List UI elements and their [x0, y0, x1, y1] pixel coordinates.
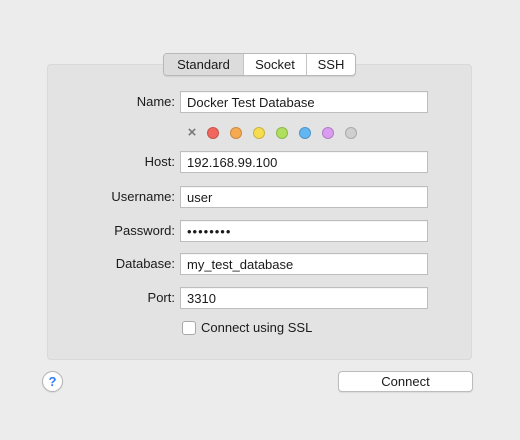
username-field[interactable] — [180, 186, 428, 208]
color-blue-swatch[interactable] — [299, 127, 311, 139]
tab-standard[interactable]: Standard — [164, 54, 243, 75]
database-field[interactable] — [180, 253, 428, 275]
clear-color-icon[interactable]: × — [184, 125, 200, 141]
connection-type-tabs: Standard Socket SSH — [163, 53, 356, 76]
color-red-swatch[interactable] — [207, 127, 219, 139]
ssl-checkbox[interactable] — [182, 321, 196, 335]
host-label: Host: — [144, 154, 175, 169]
ssl-option: Connect using SSL — [182, 320, 312, 336]
tab-ssh[interactable]: SSH — [306, 54, 355, 75]
port-field[interactable] — [180, 287, 428, 309]
color-gray-swatch[interactable] — [345, 127, 357, 139]
color-purple-swatch[interactable] — [322, 127, 334, 139]
password-label: Password: — [114, 223, 175, 238]
name-label: Name: — [136, 94, 175, 109]
tab-socket[interactable]: Socket — [243, 54, 306, 75]
username-label: Username: — [111, 189, 175, 204]
color-orange-swatch[interactable] — [230, 127, 242, 139]
host-field[interactable] — [180, 151, 428, 173]
color-green-swatch[interactable] — [276, 127, 288, 139]
ssl-label[interactable]: Connect using SSL — [201, 320, 312, 336]
port-label: Port: — [147, 290, 175, 305]
color-yellow-swatch[interactable] — [253, 127, 265, 139]
database-label: Database: — [115, 256, 175, 271]
name-field[interactable] — [180, 91, 428, 113]
help-button[interactable]: ? — [42, 371, 63, 392]
password-field[interactable] — [180, 220, 428, 242]
connect-button[interactable]: Connect — [338, 371, 473, 392]
color-tag-picker: × — [184, 125, 368, 141]
